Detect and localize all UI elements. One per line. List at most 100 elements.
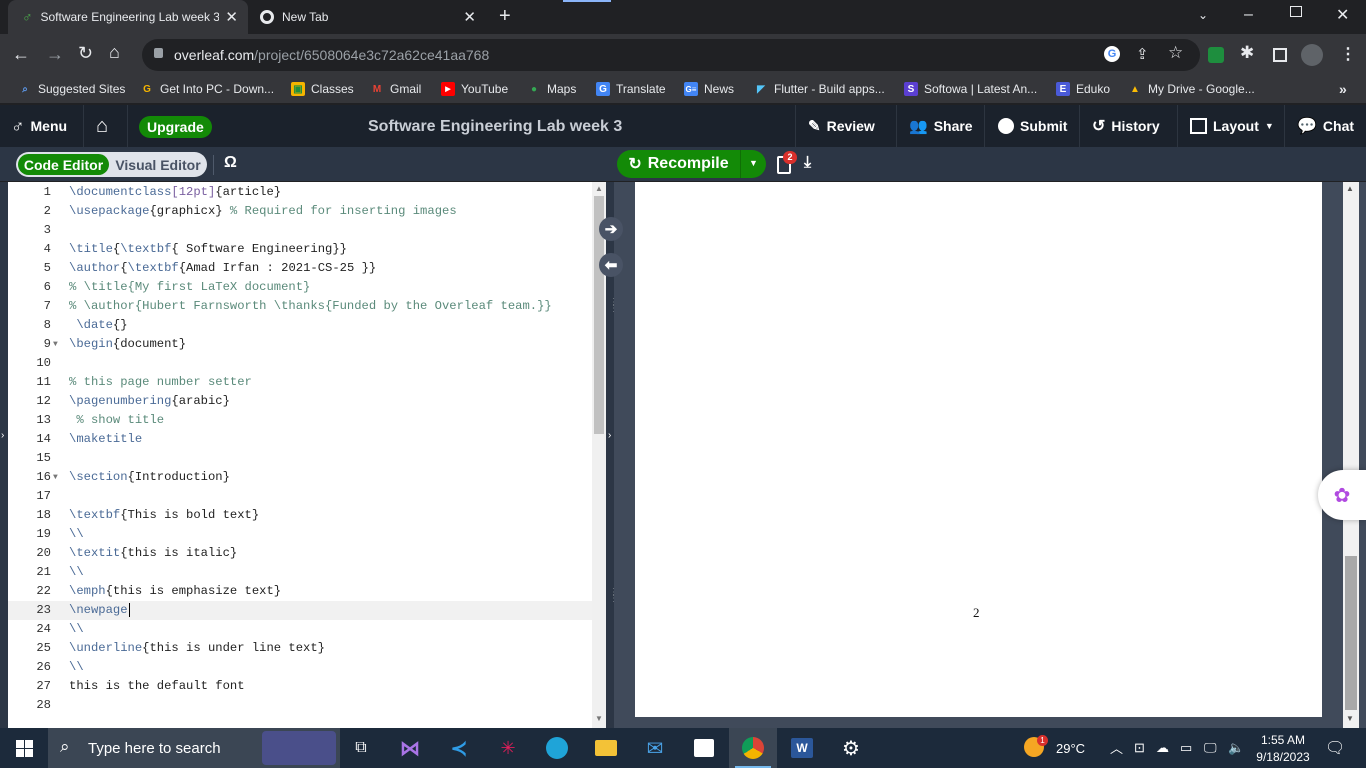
code-line[interactable]: 4 \title{\textbf{ Software Engineering}}: [8, 240, 592, 259]
code-line[interactable]: 19 \\: [8, 525, 592, 544]
history-button[interactable]: ↺ History: [1092, 105, 1160, 147]
code-line[interactable]: 8 \date{}: [8, 316, 592, 335]
expand-file-tree-icon[interactable]: ›: [1, 430, 4, 441]
bookmark-getintopc[interactable]: G Get Into PC - Down...: [140, 82, 274, 96]
code-line[interactable]: 25 \underline{this is under line text}: [8, 639, 592, 658]
word-icon[interactable]: W: [778, 728, 826, 768]
bookmark-news[interactable]: G≡ News: [684, 82, 734, 96]
code-line[interactable]: 3: [8, 221, 592, 240]
extensions-puzzle-icon[interactable]: ✱: [1240, 43, 1254, 63]
side-panel-icon[interactable]: [1273, 48, 1287, 62]
bookmark-my-drive[interactable]: ▲ My Drive - Google...: [1128, 82, 1255, 96]
code-line[interactable]: 16 ▼ \section{Introduction}: [8, 468, 592, 487]
bookmark-eduko[interactable]: E Eduko: [1056, 82, 1110, 96]
bookmark-gmail[interactable]: M Gmail: [370, 82, 422, 96]
task-view-icon[interactable]: ⧉: [337, 728, 385, 768]
windows-start-icon[interactable]: [0, 728, 48, 768]
code-line[interactable]: 11 % this page number setter: [8, 373, 592, 392]
network-icon[interactable]: 🖵: [1204, 740, 1217, 756]
vscode-icon[interactable]: ≺: [435, 728, 483, 768]
bookmark-youtube[interactable]: ▶ YouTube: [441, 82, 508, 96]
review-button[interactable]: ✎ Review: [808, 105, 875, 147]
edge-icon[interactable]: [533, 728, 581, 768]
scroll-up-icon[interactable]: ▲: [1346, 184, 1354, 193]
reload-icon[interactable]: ↻: [78, 43, 93, 64]
code-line[interactable]: 2 \usepackage{graphicx} % Required for in…: [8, 202, 592, 221]
visual-studio-icon[interactable]: ⋈: [386, 728, 434, 768]
google-lens-icon[interactable]: G: [1104, 46, 1120, 62]
share-page-icon[interactable]: ⇪: [1136, 45, 1149, 63]
close-tab-icon[interactable]: ✕: [225, 8, 238, 26]
splitter-grip-icon[interactable]: ⋮⋮: [609, 298, 619, 314]
bookmark-suggested-sites[interactable]: ⌕ Suggested Sites: [18, 82, 125, 96]
code-line[interactable]: 20 \textit{this is italic}: [8, 544, 592, 563]
bookmark-maps[interactable]: ● Maps: [527, 82, 576, 96]
bookmark-translate[interactable]: G Translate: [596, 82, 666, 96]
bookmark-softowa[interactable]: S Softowa | Latest An...: [904, 82, 1037, 96]
code-line[interactable]: 17: [8, 487, 592, 506]
code-line[interactable]: 21 \\: [8, 563, 592, 582]
slack-icon[interactable]: ✳: [484, 728, 532, 768]
code-line[interactable]: 14 \maketitle: [8, 430, 592, 449]
menu-button[interactable]: ♂ Menu: [11, 105, 67, 147]
meet-now-icon[interactable]: ⊡: [1134, 740, 1145, 756]
code-line[interactable]: 9 ▼ \begin{document}: [8, 335, 592, 354]
sync-to-pdf-icon[interactable]: ➔: [599, 217, 623, 241]
submit-button[interactable]: Submit: [998, 105, 1067, 147]
code-line[interactable]: 27 this is the default font: [8, 677, 592, 696]
mail-icon[interactable]: ✉: [631, 728, 679, 768]
expand-pdf-icon[interactable]: ›: [608, 430, 611, 441]
upgrade-button[interactable]: Upgrade: [139, 116, 212, 138]
bookmark-classes[interactable]: ▣ Classes: [291, 82, 354, 96]
forward-icon[interactable]: →: [46, 44, 64, 65]
tab-search-icon[interactable]: ⌄: [1198, 8, 1208, 22]
profile-avatar[interactable]: [1301, 44, 1323, 66]
code-line[interactable]: 13 % show title: [8, 411, 592, 430]
recompile-button[interactable]: ↻ Recompile: [617, 150, 740, 178]
back-icon[interactable]: ←: [12, 44, 30, 65]
home-button[interactable]: ⌂: [96, 105, 108, 147]
symbol-palette-button[interactable]: Ω: [224, 154, 237, 172]
pdf-scroll-thumb[interactable]: [1345, 556, 1357, 710]
code-line[interactable]: 28: [8, 696, 592, 715]
layout-button[interactable]: Layout ▼: [1190, 105, 1274, 147]
show-hidden-icons-icon[interactable]: ︿: [1110, 738, 1123, 757]
splitter-grip-icon[interactable]: ⋮⋮: [609, 588, 619, 604]
share-button[interactable]: 👥 Share: [909, 105, 973, 147]
code-line[interactable]: 6 % \title{My first LaTeX document}: [8, 278, 592, 297]
bookmark-flutter[interactable]: ◤ Flutter - Build apps...: [754, 82, 885, 96]
onedrive-icon[interactable]: ☁: [1156, 740, 1169, 756]
scroll-up-icon[interactable]: ▲: [595, 184, 603, 193]
fold-toggle-icon[interactable]: ▼: [53, 335, 58, 354]
code-line[interactable]: 5 \author{\textbf{Amad Irfan : 2021-CS-25…: [8, 259, 592, 278]
code-editor-toggle[interactable]: Code Editor: [18, 154, 109, 175]
assistant-floating-button[interactable]: ✿: [1318, 470, 1366, 520]
visual-editor-toggle[interactable]: Visual Editor: [113, 154, 203, 175]
sync-to-code-icon[interactable]: ⬅: [599, 253, 623, 277]
file-explorer-icon[interactable]: [582, 728, 630, 768]
fold-toggle-icon[interactable]: ▼: [53, 468, 58, 487]
code-line[interactable]: 12 \pagenumbering{arabic}: [8, 392, 592, 411]
code-line[interactable]: 24 \\: [8, 620, 592, 639]
close-window-icon[interactable]: ✕: [1336, 5, 1349, 25]
volume-icon[interactable]: 🔈: [1228, 740, 1244, 756]
code-line[interactable]: 26 \\: [8, 658, 592, 677]
clock-time[interactable]: 1:55 AM: [1258, 733, 1308, 747]
chat-button[interactable]: 💬 Chat: [1297, 105, 1354, 147]
minimize-icon[interactable]: –: [1244, 6, 1253, 24]
tab-new-tab[interactable]: New Tab ✕: [250, 0, 486, 34]
code-line[interactable]: 7 % \author{Hubert Farnsworth \thanks{Fun…: [8, 297, 592, 316]
pdf-page[interactable]: [635, 182, 1322, 717]
close-tab-icon[interactable]: ✕: [463, 8, 476, 26]
search-highlight-image[interactable]: [262, 731, 336, 765]
code-line[interactable]: 22 \emph{this is emphasize text}: [8, 582, 592, 601]
project-title[interactable]: Software Engineering Lab week 3: [368, 118, 622, 136]
scroll-down-icon[interactable]: ▼: [1346, 714, 1354, 723]
settings-gear-icon[interactable]: ⚙: [827, 728, 875, 768]
notifications-icon[interactable]: 🗨: [1325, 738, 1345, 758]
code-line[interactable]: 18 \textbf{This is bold text}: [8, 506, 592, 525]
tab-overleaf-project[interactable]: ♂ Software Engineering Lab week 3 ✕: [8, 0, 248, 34]
code-line[interactable]: 23 \newpage: [8, 601, 592, 620]
restore-icon[interactable]: [1290, 6, 1302, 17]
new-tab-button[interactable]: +: [499, 5, 511, 28]
